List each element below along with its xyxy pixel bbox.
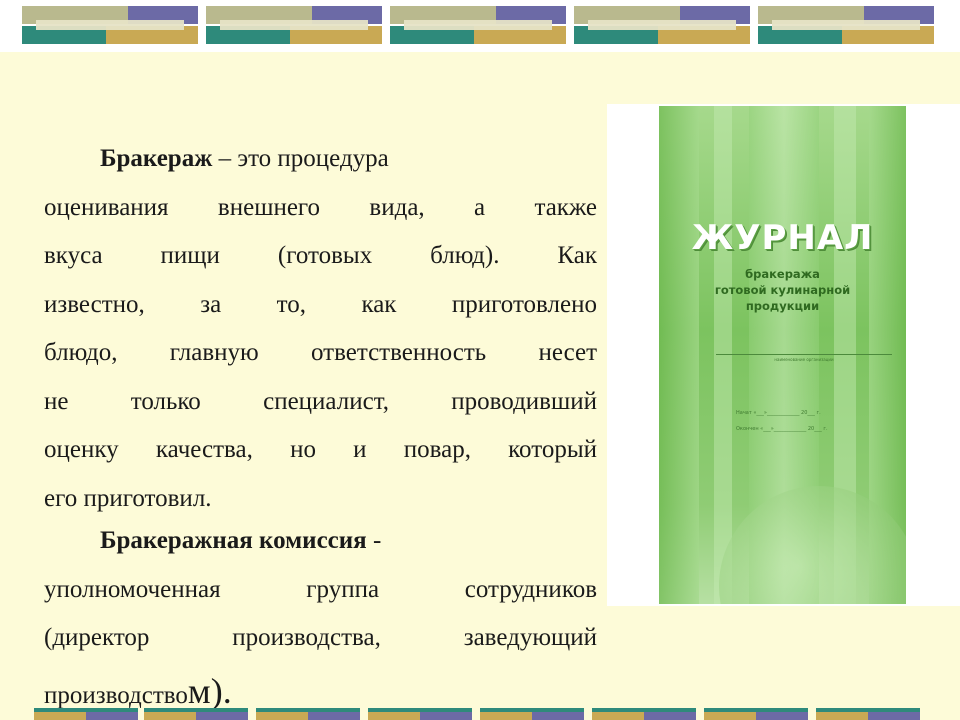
paragraph-line: Бракераж – это процедура: [44, 135, 597, 184]
paragraph-line: оценку качества, но и повар, который: [44, 436, 597, 463]
line-word: это: [237, 145, 272, 172]
line-word: –: [218, 145, 232, 172]
decor-block: [480, 708, 584, 720]
cover-subtitle: бракеража готовой кулинарной продукции: [659, 266, 906, 314]
term-brakerazh: Бракераж: [100, 145, 213, 172]
paragraph-line: (директор производства, заведующий: [44, 624, 597, 651]
journal-cover-image: ЖУРНАЛ бракеража готовой кулинарной прод…: [607, 104, 960, 606]
cover-org-line: [716, 354, 892, 355]
decor-block: [704, 708, 808, 720]
decor-block: [368, 708, 472, 720]
term-commission-2: комиссия: [259, 527, 367, 554]
paragraph-line: оценивания внешнего вида, а также: [44, 193, 597, 221]
cover-org-caption: наименование организации: [774, 357, 834, 362]
cover-subtitle-line: продукции: [745, 299, 820, 313]
cover-subtitle-line: бракеража: [745, 267, 820, 281]
decor-block: [22, 6, 198, 46]
paragraph-line: не только специалист, проводивший: [44, 387, 597, 415]
cover-end-field: Окончен «___»_____________ 20___ г.: [736, 426, 828, 432]
term-commission-1: Бракеражная: [100, 527, 253, 554]
decor-block: [206, 6, 382, 46]
cover-title: ЖУРНАЛ: [691, 218, 874, 258]
paragraph-line: известно, за то, как приготовлено: [44, 290, 597, 318]
cover-subtitle-line: готовой кулинарной: [714, 283, 851, 297]
last-line-text: производство: [44, 681, 188, 709]
paragraph-line: Бракеражная комиссия -: [44, 517, 597, 566]
top-decorative-strip: [0, 0, 960, 52]
paragraph-line: уполномоченная группа сотрудников: [44, 575, 597, 603]
bottom-decorative-strip: [0, 708, 960, 720]
paragraph-line: блюдо, главную ответственность несет: [44, 339, 597, 366]
line-dash: -: [372, 527, 382, 554]
commission-paragraph: Бракеражная комиссия - уполномоченная гр…: [44, 517, 597, 715]
journal-cover: ЖУРНАЛ бракеража готовой кулинарной прод…: [659, 106, 906, 604]
paragraph-line: его приготовил.: [44, 484, 212, 512]
decor-block: [34, 708, 138, 720]
decor-block: [816, 708, 920, 720]
cover-start-field: Начат «___»_____________ 20___ г.: [736, 410, 821, 416]
decor-block: [390, 6, 566, 46]
definition-paragraph: Бракераж – это процедура оценивания внеш…: [44, 135, 597, 523]
last-line-emphasis: м).: [187, 670, 232, 711]
decor-block: [574, 6, 750, 46]
decor-block: [592, 708, 696, 720]
decor-block: [144, 708, 248, 720]
line-word: процедура: [277, 145, 389, 172]
paragraph-line: вкуса пищи (готовых блюд). Как: [44, 242, 597, 269]
decor-block: [758, 6, 934, 46]
decor-block: [256, 708, 360, 720]
